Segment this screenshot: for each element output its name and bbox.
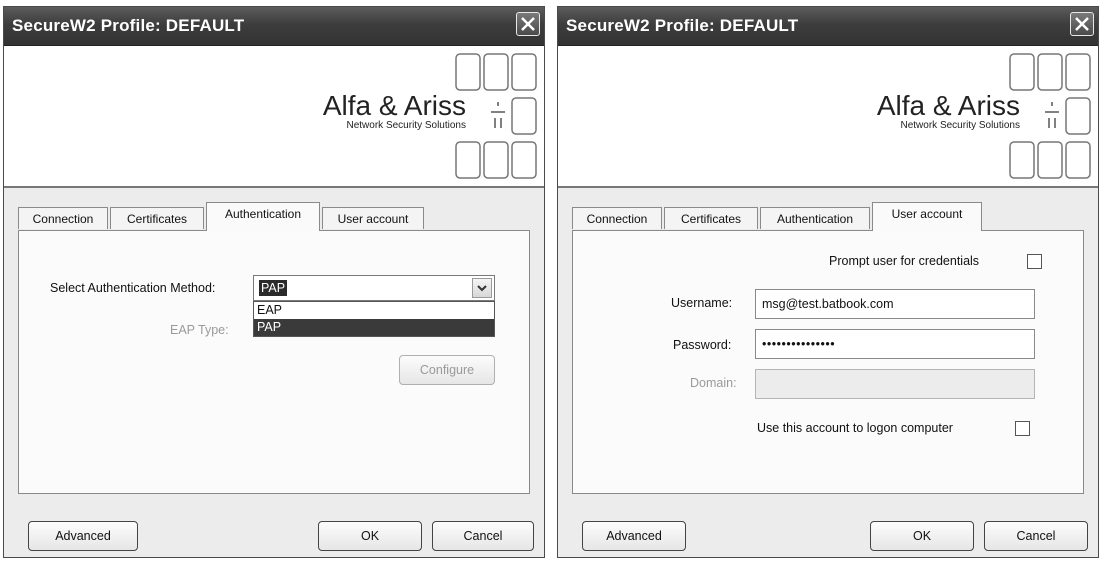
cancel-button[interactable]: Cancel: [984, 521, 1088, 551]
title-bar[interactable]: SecureW2 Profile: DEFAULT: [4, 7, 544, 46]
profile-dialog-authentication: SecureW2 Profile: DEFAULT Alfa & Ariss N…: [3, 6, 545, 558]
option-pap[interactable]: PAP: [254, 319, 494, 336]
close-button[interactable]: [1070, 12, 1094, 36]
tab-certificates[interactable]: Certificates: [110, 207, 204, 229]
dropdown-arrow-icon: [477, 285, 487, 292]
tab-user-account[interactable]: User account: [872, 202, 982, 231]
option-eap[interactable]: EAP: [254, 302, 494, 319]
auth-method-label: Select Authentication Method:: [50, 281, 216, 295]
logo-banner: Alfa & Ariss Network Security Solutions: [558, 46, 1098, 188]
auth-method-select[interactable]: PAP: [253, 275, 495, 301]
tab-panel-user-account: Prompt user for credentials Username: ms…: [572, 230, 1084, 494]
tab-authentication[interactable]: Authentication: [760, 207, 870, 229]
tab-connection[interactable]: Connection: [18, 207, 108, 229]
password-input[interactable]: •••••••••••••••: [755, 329, 1035, 359]
title-bar[interactable]: SecureW2 Profile: DEFAULT: [558, 7, 1098, 46]
company-name: Alfa & Ariss: [876, 90, 1020, 121]
logon-computer-checkbox[interactable]: [1015, 421, 1030, 436]
dropdown-button[interactable]: [472, 278, 492, 298]
username-input[interactable]: msg@test.batbook.com: [755, 289, 1035, 319]
username-label: Username:: [671, 296, 733, 310]
tab-panel-authentication: Select Authentication Method: PAP EAP PA…: [18, 230, 530, 494]
prompt-credentials-checkbox[interactable]: [1027, 254, 1042, 269]
domain-label: Domain:: [690, 376, 737, 390]
logon-computer-label: Use this account to logon computer: [757, 421, 953, 435]
ok-button[interactable]: OK: [870, 521, 974, 551]
password-label: Password:: [673, 338, 732, 352]
tab-certificates[interactable]: Certificates: [664, 207, 758, 229]
advanced-button[interactable]: Advanced: [582, 521, 686, 551]
tab-connection[interactable]: Connection: [572, 207, 662, 229]
logo-banner: Alfa & Ariss Network Security Solutions: [4, 46, 544, 188]
tab-authentication[interactable]: Authentication: [206, 202, 320, 231]
close-icon: [521, 17, 535, 31]
company-logo-text: Alfa & Ariss Network Security Solutions: [323, 90, 466, 131]
close-icon: [1075, 17, 1089, 31]
profile-dialog-user-account: SecureW2 Profile: DEFAULT Alfa & Ariss N…: [557, 6, 1099, 558]
domain-input[interactable]: [755, 369, 1035, 399]
configure-button[interactable]: Configure: [399, 355, 495, 385]
window-title: SecureW2 Profile: DEFAULT: [566, 16, 799, 35]
close-button[interactable]: [516, 12, 540, 36]
advanced-button[interactable]: Advanced: [28, 521, 138, 551]
company-name: Alfa & Ariss: [322, 90, 466, 121]
prompt-credentials-label: Prompt user for credentials: [829, 254, 980, 268]
eap-type-label: EAP Type:: [170, 323, 229, 337]
ok-button[interactable]: OK: [318, 521, 422, 551]
cancel-button[interactable]: Cancel: [432, 521, 534, 551]
tab-user-account[interactable]: User account: [322, 207, 424, 229]
auth-method-dropdown-list: EAP PAP: [253, 301, 495, 337]
company-logo-text: Alfa & Ariss Network Security Solutions: [877, 90, 1020, 131]
window-title: SecureW2 Profile: DEFAULT: [12, 16, 245, 35]
auth-method-value: PAP: [259, 280, 288, 296]
